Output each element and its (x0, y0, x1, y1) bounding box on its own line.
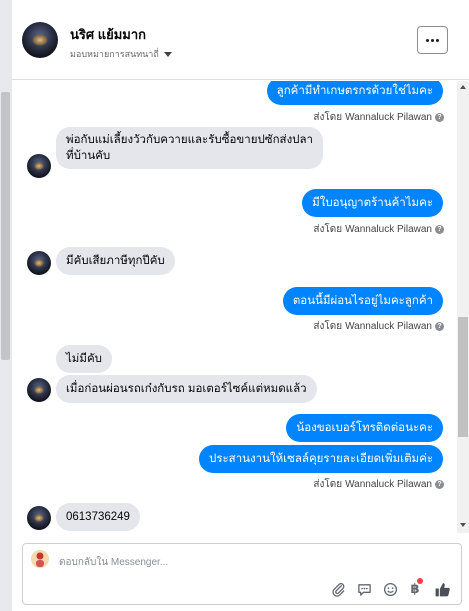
sent-by-prefix: ส่งโดย (313, 479, 343, 490)
contact-avatar-small (27, 506, 51, 530)
outgoing-message: มีใบอนุญาตร้านค้าไมคะ (302, 189, 443, 217)
sent-by-line: ส่งโดย Wannaluck Pilawan ? (313, 110, 444, 125)
baht-icon[interactable]: ฿ (406, 578, 424, 598)
sent-by-name: Wannaluck Pilawan (345, 321, 432, 332)
message-composer: ฿ (22, 543, 462, 605)
left-scrollbar-thumb[interactable] (1, 92, 10, 360)
scroll-up-arrow-icon[interactable] (460, 85, 466, 89)
assign-conversation-label: มอบหมายการสนทนาถี่ (70, 49, 159, 59)
message-list: ลูกค้ามีทำเกษตรกรด้วยใช่ไมคะ ส่งโดย Wann… (12, 81, 456, 533)
thumbs-up-icon[interactable] (433, 580, 451, 598)
reply-input[interactable] (59, 552, 439, 572)
incoming-message: ไม่มีคับ (56, 345, 112, 373)
contact-avatar-small (27, 154, 51, 178)
scroll-down-arrow-icon[interactable] (460, 523, 466, 527)
chat-bubble-icon[interactable] (355, 580, 373, 598)
sent-by-prefix: ส่งโดย (313, 112, 343, 123)
message-line: ที่บ้านคับ (66, 150, 111, 162)
dot-icon (436, 38, 439, 42)
sent-by-line: ส่งโดย Wannaluck Pilawan ? (313, 477, 444, 492)
help-icon[interactable]: ? (435, 322, 444, 331)
contact-avatar-small (27, 251, 51, 275)
left-panel-edge (0, 0, 12, 611)
help-icon[interactable]: ? (435, 225, 444, 234)
message-line: พ่อกับแม่เลี้ยงวัวกับควายและรับซื้อขายปซ… (66, 134, 313, 146)
caret-down-icon (163, 51, 172, 57)
assign-conversation-dropdown[interactable]: มอบหมายการสนทนาถี่ (70, 47, 172, 61)
sent-by-name: Wannaluck Pilawan (345, 112, 432, 123)
contact-name[interactable]: นริศ แย้มมาก (70, 24, 146, 45)
page-avatar (31, 550, 49, 568)
more-options-button[interactable] (417, 26, 448, 54)
incoming-message: 0613736249 (56, 503, 140, 531)
sent-by-prefix: ส่งโดย (313, 321, 343, 332)
sent-by-line: ส่งโดย Wannaluck Pilawan ? (313, 222, 444, 237)
sent-by-line: ส่งโดย Wannaluck Pilawan ? (313, 319, 444, 334)
outgoing-message: ประสานงานให้เซลล์คุยรายละเอียดเพิ่มเติมค… (199, 445, 443, 473)
outgoing-message: ตอนนี้มีผ่อนไรอยู่ไมคะลูกค้า (282, 287, 443, 315)
message-scrollbar[interactable] (457, 81, 469, 533)
outgoing-message: น้องขอเบอร์โทรติดต่อนะคะ (286, 414, 443, 442)
dot-icon (431, 38, 434, 42)
outgoing-message: ลูกค้ามีทำเกษตรกรด้วยใช่ไมคะ (266, 81, 443, 105)
help-icon[interactable]: ? (435, 113, 444, 122)
notification-dot (417, 578, 423, 584)
sent-by-name: Wannaluck Pilawan (345, 479, 432, 490)
incoming-message: พ่อกับแม่เลี้ยงวัวกับควายและรับซื้อขายปซ… (56, 127, 323, 169)
contact-avatar-small (27, 378, 51, 402)
incoming-message: มีคับเสียภาษีทุกปีคับ (56, 247, 175, 275)
incoming-message: เมื่อก่อนผ่อนรถเก๋งกับรถ มอเตอร์ไซค์แต่ห… (56, 375, 317, 403)
conversation-header: นริศ แย้มมาก มอบหมายการสนทนาถี่ (12, 0, 469, 80)
conversation-panel: นริศ แย้มมาก มอบหมายการสนทนาถี่ ลูกค้ามี… (12, 0, 469, 611)
sent-by-prefix: ส่งโดย (313, 224, 343, 235)
scrollbar-thumb[interactable] (458, 317, 468, 437)
paperclip-icon[interactable] (329, 580, 347, 598)
dot-icon (426, 38, 429, 42)
help-icon[interactable]: ? (435, 480, 444, 489)
person-icon (36, 552, 44, 567)
sent-by-name: Wannaluck Pilawan (345, 224, 432, 235)
smiley-icon[interactable] (381, 580, 399, 598)
contact-avatar[interactable] (22, 22, 58, 58)
